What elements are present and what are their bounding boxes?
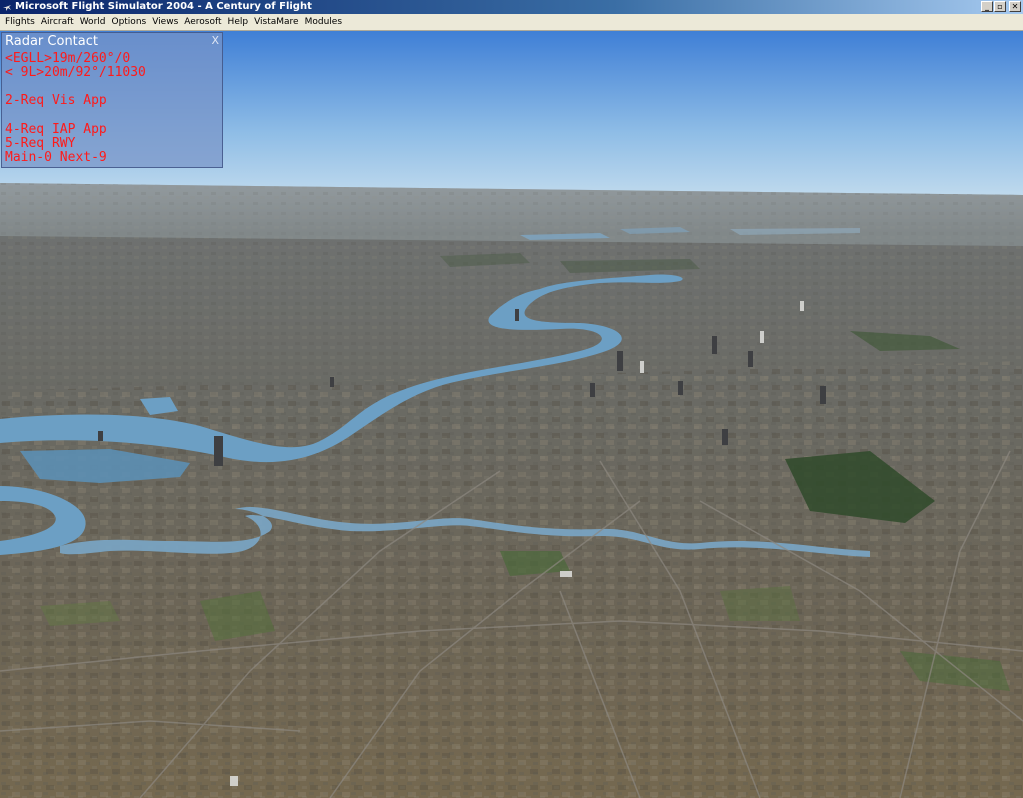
menu-world[interactable]: World (77, 14, 109, 31)
rc-line-departure: <EGLL>19m/260°/0 (5, 51, 131, 66)
radar-contact-title: Radar Contact (5, 34, 98, 49)
menu-vistamare[interactable]: VistaMare (251, 14, 302, 31)
window-title-bar[interactable]: Microsoft Flight Simulator 2004 - A Cent… (0, 0, 1023, 14)
menu-aircraft[interactable]: Aircraft (38, 14, 77, 31)
menu-help[interactable]: Help (225, 14, 252, 31)
flight-simulator-app-icon (3, 5, 11, 11)
window-title: Microsoft Flight Simulator 2004 - A Cent… (15, 1, 312, 12)
menu-bar: Flights Aircraft World Options Views Aer… (0, 14, 1023, 31)
radar-contact-panel[interactable]: Radar Contact X <EGLL>19m/260°/0 < 9L>20… (1, 32, 223, 168)
rc-line-runway: < 9L>20m/92°/11030 (5, 65, 146, 80)
menu-flights[interactable]: Flights (2, 14, 38, 31)
menu-options[interactable]: Options (108, 14, 149, 31)
rc-option-main-next[interactable]: Main-0 Next-9 (5, 151, 107, 165)
menu-aerosoft[interactable]: Aerosoft (181, 14, 224, 31)
rc-option-rwy[interactable]: 5-Req RWY (5, 137, 75, 151)
rc-option-iap-app[interactable]: 4-Req IAP App (5, 123, 107, 137)
minimize-button[interactable]: _ (981, 1, 993, 12)
close-button[interactable]: ✕ (1009, 1, 1021, 12)
menu-modules[interactable]: Modules (302, 14, 345, 31)
restore-button[interactable]: ▫ (994, 1, 1006, 12)
menu-views[interactable]: Views (149, 14, 181, 31)
rc-option-vis-app[interactable]: 2-Req Vis App (5, 94, 107, 108)
radar-contact-close-button[interactable]: X (211, 34, 219, 48)
